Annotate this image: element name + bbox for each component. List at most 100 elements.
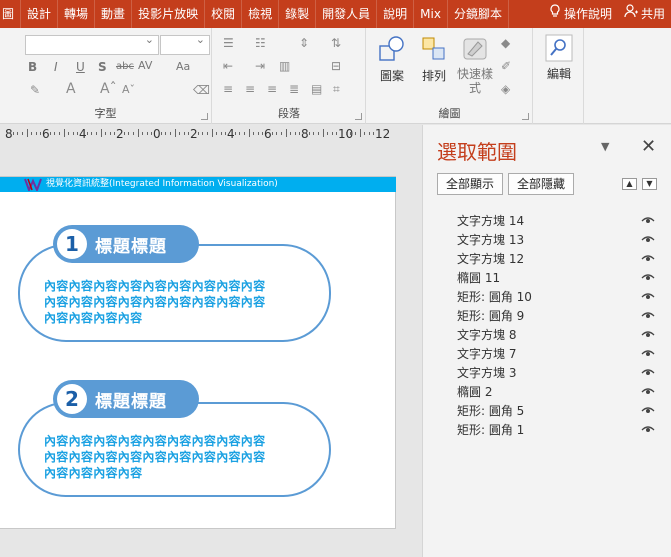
list-item[interactable]: 矩形: 圓角 5: [457, 401, 657, 420]
ruler-tick: [91, 132, 93, 135]
quick-styles-button[interactable]: 快速樣式: [455, 34, 495, 95]
tell-me-button[interactable]: 操作說明: [547, 0, 618, 28]
tab-review[interactable]: 校閱: [205, 0, 243, 28]
underline-button[interactable]: U: [76, 60, 85, 74]
share-button[interactable]: 共用: [618, 0, 671, 28]
shape-outline-icon[interactable]: ✐: [501, 59, 511, 73]
shapes-icon: [379, 36, 404, 61]
list-item[interactable]: 矩形: 圓角 1: [457, 420, 657, 439]
tab-mix[interactable]: Mix: [414, 0, 448, 28]
bring-forward-arrow-icon[interactable]: ▲: [622, 178, 637, 190]
send-backward-arrow-icon[interactable]: ▼: [642, 178, 657, 190]
bullets-icon[interactable]: ☰: [223, 36, 234, 50]
shapes-button[interactable]: 圖案: [373, 34, 411, 84]
tab-storyboard[interactable]: 分鏡腳本: [448, 0, 509, 28]
tab-help[interactable]: 說明: [377, 0, 415, 28]
list-item[interactable]: 橢圓 2: [457, 382, 657, 401]
list-item[interactable]: 矩形: 圓角 9: [457, 306, 657, 325]
font-size-dropdown[interactable]: [160, 33, 210, 55]
smartart-icon[interactable]: ⌗: [333, 82, 340, 97]
list-item[interactable]: 文字方塊 7: [457, 344, 657, 363]
ruler-number: 8: [301, 127, 309, 141]
list-item[interactable]: 文字方塊 13: [457, 230, 657, 249]
paragraph-dialog-launcher[interactable]: [355, 113, 362, 120]
ruler-tick: [220, 132, 222, 135]
arrange-button[interactable]: 排列: [415, 34, 453, 84]
tab-transitions[interactable]: 轉場: [58, 0, 96, 28]
distributed-icon[interactable]: ▤: [311, 82, 322, 96]
list-item[interactable]: 文字方塊 3: [457, 363, 657, 382]
visibility-eye-icon[interactable]: [639, 290, 657, 304]
align-text-icon[interactable]: ⊟: [331, 59, 341, 73]
visibility-eye-icon[interactable]: [639, 423, 657, 437]
visibility-eye-icon[interactable]: [639, 233, 657, 247]
font-size-decrease-icon[interactable]: Aˇ: [122, 83, 135, 96]
shadow-button[interactable]: S: [98, 60, 107, 74]
change-case-button[interactable]: Aa: [176, 60, 190, 73]
list-item[interactable]: 文字方塊 8: [457, 325, 657, 344]
align-center-icon[interactable]: ≡: [245, 82, 255, 96]
tab-slideshow[interactable]: 投影片放映: [132, 0, 206, 28]
ruler-tick: [68, 132, 70, 135]
object-name: 矩形: 圓角 10: [457, 290, 532, 304]
hide-all-button[interactable]: 全部隱藏: [508, 173, 574, 195]
list-item[interactable]: 文字方塊 12: [457, 249, 657, 268]
clear-formatting-icon[interactable]: ⌫: [193, 83, 210, 97]
pane-options-chevron-icon[interactable]: ▼: [601, 140, 609, 153]
close-icon[interactable]: ✕: [641, 136, 656, 157]
paragraph-group: ☰ ☷ ⇕ ⇅ ⇤ ⇥ ▥ ⊟ ≡ ≡ ≡ ≣ ▤ ⌗ 段落: [213, 28, 366, 124]
align-right-icon[interactable]: ≡: [267, 82, 277, 96]
numbering-icon[interactable]: ☷: [255, 36, 266, 50]
tab-developer[interactable]: 開發人員: [316, 0, 378, 28]
visibility-eye-icon[interactable]: [639, 271, 657, 285]
italic-button[interactable]: I: [54, 60, 58, 74]
show-all-button[interactable]: 全部顯示: [437, 173, 503, 195]
slide-canvas[interactable]: 視覺化資訊統整(Integrated Information Visualiza…: [0, 176, 396, 529]
ruler-tick: [142, 132, 144, 135]
tab-design[interactable]: 設計: [21, 0, 59, 28]
justify-icon[interactable]: ≣: [289, 82, 299, 96]
content-line: 內容內容內容內容內容內容內容內容內容: [44, 434, 266, 448]
strikethrough-button[interactable]: abc: [116, 61, 134, 72]
editing-button[interactable]: 編輯: [540, 34, 578, 82]
bold-button[interactable]: B: [28, 60, 37, 74]
title-tab-1[interactable]: 1 標題標題: [53, 225, 199, 263]
tab-record[interactable]: 錄製: [279, 0, 317, 28]
list-item[interactable]: 矩形: 圓角 10: [457, 287, 657, 306]
visibility-eye-icon[interactable]: [639, 366, 657, 380]
text-highlight-icon[interactable]: ✎: [30, 83, 40, 97]
align-left-icon[interactable]: ≡: [223, 82, 233, 96]
visibility-eye-icon[interactable]: [639, 309, 657, 323]
char-spacing-button[interactable]: AV: [138, 59, 152, 72]
ruler-tick: [63, 129, 65, 137]
decrease-indent-icon[interactable]: ⇤: [223, 59, 233, 73]
font-name-dropdown[interactable]: [25, 33, 159, 55]
tab-view[interactable]: 檢視: [242, 0, 280, 28]
ruler-number: 0: [153, 127, 161, 141]
font-size-increase-icon[interactable]: Aˆ: [100, 81, 117, 97]
ruler-tick: [294, 132, 296, 135]
font-dialog-launcher[interactable]: [201, 113, 208, 120]
visibility-eye-icon[interactable]: [639, 385, 657, 399]
title-tab-2[interactable]: 2 標題標題: [53, 380, 199, 418]
tab-animations[interactable]: 動畫: [95, 0, 133, 28]
list-item[interactable]: 文字方塊 14: [457, 211, 657, 230]
visibility-eye-icon[interactable]: [639, 347, 657, 361]
shape-effects-icon[interactable]: ◈: [501, 82, 510, 96]
line-spacing-icon[interactable]: ⇕: [299, 36, 309, 50]
visibility-eye-icon[interactable]: [639, 214, 657, 228]
list-item[interactable]: 橢圓 11: [457, 268, 657, 287]
visibility-eye-icon[interactable]: [639, 404, 657, 418]
text-direction-icon[interactable]: ⇅: [331, 36, 341, 50]
visibility-eye-icon[interactable]: [639, 252, 657, 266]
increase-indent-icon[interactable]: ⇥: [255, 59, 265, 73]
tab-insert[interactable]: 圖: [0, 0, 22, 28]
visibility-eye-icon[interactable]: [639, 328, 657, 342]
shape-fill-icon[interactable]: ◆: [501, 36, 510, 50]
ruler-tick: [26, 129, 28, 137]
ruler-tick: [327, 132, 329, 135]
ruler-tick: [280, 132, 282, 135]
font-color-icon[interactable]: A: [66, 81, 76, 97]
drawing-dialog-launcher[interactable]: [522, 113, 529, 120]
columns-icon[interactable]: ▥: [279, 59, 290, 73]
